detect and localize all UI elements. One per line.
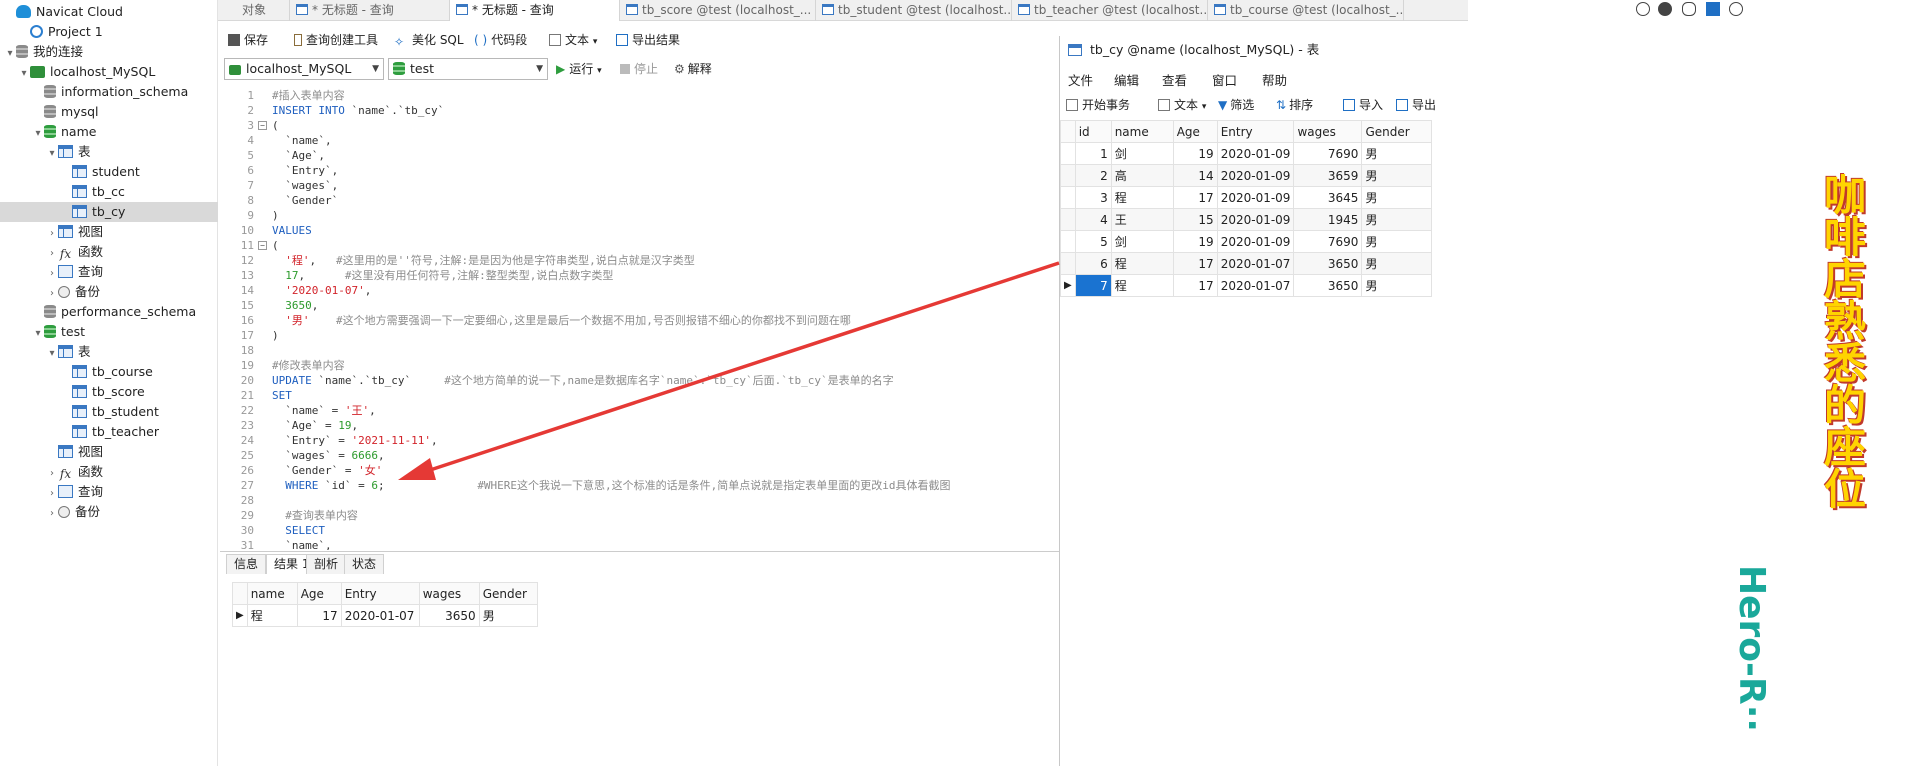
- watermark-overlay: Hero-R··: [1731, 565, 1772, 733]
- arrow-line: [417, 261, 1060, 476]
- annotation-arrow: [398, 261, 1060, 480]
- vertical-title-overlay: 咖啡店熟悉的座位: [1823, 171, 1866, 514]
- arrow-head: [398, 458, 436, 480]
